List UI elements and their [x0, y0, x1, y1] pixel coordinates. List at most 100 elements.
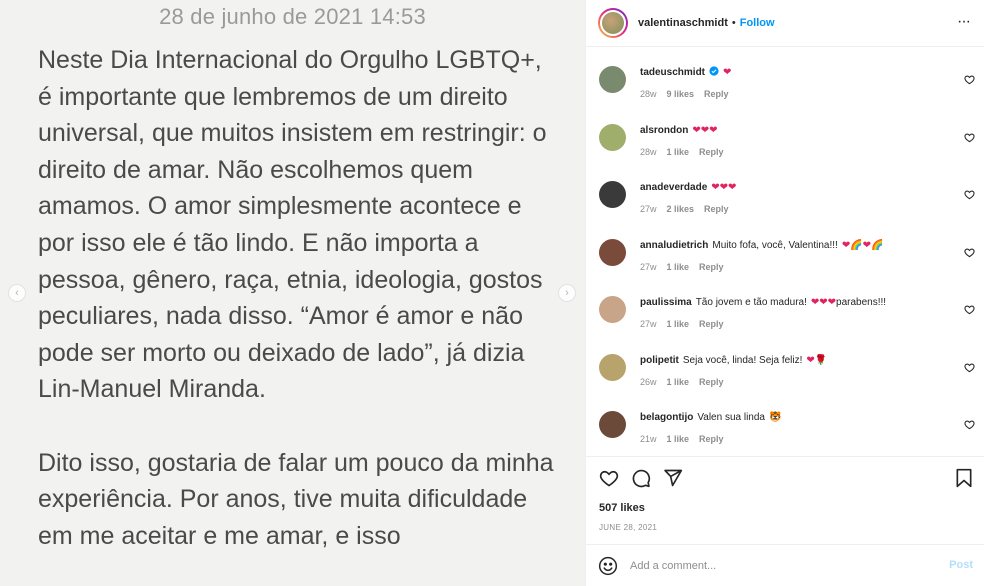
comment-line: annaludietrich Muito fofa, você, Valentin… — [640, 239, 960, 252]
comment-meta: 21w 1 like Reply — [640, 434, 960, 444]
commenter-username[interactable]: alsrondon — [640, 125, 688, 136]
comment-input[interactable] — [630, 557, 930, 575]
post-image-date: 28 de junho de 2021 14:53 — [159, 4, 426, 29]
comment-body: belagontijo Valen sua linda 🐯 21w 1 like Repl… — [640, 411, 960, 444]
comment-meta: 27w 1 like Reply — [640, 319, 960, 329]
comment-likes[interactable]: 1 like — [667, 262, 690, 272]
commenter-username[interactable]: paulissima — [640, 297, 692, 308]
comment-emoji: 🐯 — [769, 412, 782, 423]
comment-like-heart-icon[interactable] — [964, 302, 975, 315]
author-avatar[interactable] — [598, 8, 628, 38]
like-heart-icon[interactable] — [599, 468, 619, 488]
commenter-avatar[interactable] — [599, 66, 626, 93]
comment-likes[interactable]: 1 like — [667, 434, 690, 444]
comment-body: polipetit Seja você, linda! Seja feliz! ❤🌹… — [640, 354, 960, 387]
comment-item: annaludietrich Muito fofa, você, Valentin… — [586, 221, 984, 279]
chevron-left-icon: ‹ — [15, 287, 19, 299]
bookmark-icon[interactable] — [955, 468, 973, 488]
comment-body: alsrondon ❤❤❤ 28w 1 like Reply — [640, 124, 960, 157]
post-paragraph: Neste Dia Internacional do Orgulho LGBTQ… — [38, 46, 547, 404]
post-timestamp[interactable]: JUNE 28, 2021 — [599, 523, 657, 532]
comment-likes[interactable]: 1 like — [667, 319, 690, 329]
comment-emoji: ❤❤❤ — [810, 297, 837, 308]
comment-likes[interactable]: 1 like — [667, 147, 690, 157]
comment-body: annaludietrich Muito fofa, você, Valentin… — [640, 239, 960, 272]
commenter-username[interactable]: annaludietrich — [640, 240, 708, 251]
reply-button[interactable]: Reply — [699, 147, 724, 157]
comment-item: tadeuschmidt ❤ 28w 9 likes Reply — [586, 48, 984, 106]
comment-likes[interactable]: 2 likes — [667, 204, 695, 214]
comment-body: anadeverdade ❤❤❤ 27w 2 likes Reply — [640, 181, 960, 214]
comment-likes[interactable]: 9 likes — [667, 89, 695, 99]
post-comment-button[interactable]: Post — [949, 559, 973, 571]
comment-item: anadeverdade ❤❤❤ 27w 2 likes Reply — [586, 163, 984, 221]
commenter-avatar[interactable] — [599, 123, 626, 151]
comment-like-heart-icon[interactable] — [964, 360, 975, 372]
comment-meta: 27w 1 like Reply — [640, 262, 960, 272]
reply-button[interactable]: Reply — [704, 89, 729, 99]
comment-like-heart-icon[interactable] — [964, 187, 975, 200]
chevron-right-icon: › — [565, 287, 569, 299]
comment-likes[interactable]: 1 like — [667, 377, 690, 387]
commenter-username[interactable]: anadeverdade — [640, 182, 707, 193]
commenter-username[interactable]: polipetit — [640, 355, 679, 366]
commenter-username[interactable]: belagontijo — [640, 412, 693, 423]
comment-bubble-icon[interactable] — [631, 468, 651, 488]
comment-item: alsrondon ❤❤❤ 28w 1 like Reply — [586, 106, 984, 164]
comment-line: polipetit Seja você, linda! Seja feliz! ❤🌹 — [640, 354, 960, 367]
comment-like-heart-icon[interactable] — [964, 245, 975, 257]
comment-time: 26w — [640, 376, 657, 387]
comment-like-heart-icon[interactable] — [964, 130, 975, 142]
comments-list[interactable]: tadeuschmidt ❤ 28w 9 likes Reply alsrondon ❤❤❤… — [586, 48, 984, 456]
comment-line: alsrondon ❤❤❤ — [640, 124, 960, 137]
comment-time: 21w — [640, 434, 657, 444]
reply-button[interactable]: Reply — [699, 319, 724, 329]
commenter-avatar[interactable] — [599, 296, 626, 323]
commenter-avatar[interactable] — [599, 238, 626, 266]
comment-text-after: parabens!!! — [836, 297, 887, 308]
post-paragraph: Dito isso, gostaria de falar um pouco da… — [38, 448, 554, 550]
comment-text: Muito fofa, você, Valentina!!! — [712, 239, 838, 251]
comment-emoji: ❤🌈❤🌈 — [841, 239, 884, 251]
comment-time: 27w — [640, 319, 657, 329]
commenter-username[interactable]: tadeuschmidt — [640, 67, 705, 78]
commenter-avatar[interactable] — [599, 411, 626, 438]
comment-like-heart-icon[interactable] — [964, 417, 975, 430]
comment-time: 28w — [640, 146, 657, 157]
author-username[interactable]: valentinaschmidt — [638, 17, 728, 29]
reply-button[interactable]: Reply — [699, 262, 724, 272]
commenter-avatar[interactable] — [599, 353, 626, 381]
comment-item: paulissima Tão jovem e tão madura! ❤❤❤para… — [586, 278, 984, 336]
reply-button[interactable]: Reply — [699, 377, 724, 387]
more-options-icon[interactable]: ··· — [957, 13, 971, 31]
carousel-next-button[interactable]: › — [558, 284, 576, 302]
comment-item: belagontijo Valen sua linda 🐯 21w 1 like Repl… — [586, 393, 984, 451]
post-actions: 507 likes JUNE 28, 2021 — [586, 456, 984, 544]
comments-panel: valentinaschmidt • Follow ··· tadeuschmi… — [585, 0, 984, 586]
likes-count[interactable]: 507 likes — [599, 502, 645, 514]
author-avatar-image — [600, 10, 626, 36]
comment-like-heart-icon[interactable] — [964, 72, 975, 85]
comment-meta: 27w 2 likes Reply — [640, 204, 960, 214]
follow-button[interactable]: Follow — [740, 17, 775, 29]
comment-text: Seja você, linda! Seja feliz! — [682, 354, 803, 366]
header-separator: • — [731, 17, 736, 29]
comment-meta: 26w 1 like Reply — [640, 377, 960, 387]
verified-badge-icon — [709, 66, 723, 78]
reply-button[interactable]: Reply — [704, 204, 729, 214]
reply-button[interactable]: Reply — [699, 434, 724, 444]
comment-time: 27w — [640, 204, 657, 214]
comment-line: tadeuschmidt ❤ — [640, 66, 960, 79]
comment-time: 27w — [640, 261, 657, 272]
commenter-avatar[interactable] — [599, 181, 626, 208]
comment-line: paulissima Tão jovem e tão madura! ❤❤❤para… — [640, 296, 960, 309]
comment-body: tadeuschmidt ❤ 28w 9 likes Reply — [640, 66, 960, 99]
carousel-prev-button[interactable]: ‹ — [8, 284, 26, 302]
comment-emoji: ❤❤❤ — [692, 124, 718, 136]
comment-meta: 28w 9 likes Reply — [640, 89, 960, 99]
post-image: 28 de junho de 2021 14:53 Neste Dia Inte… — [0, 0, 585, 586]
emoji-smile-icon[interactable] — [598, 556, 618, 576]
comment-text: Valen sua linda — [697, 412, 765, 423]
share-paper-plane-icon[interactable] — [663, 468, 683, 488]
comment-line: anadeverdade ❤❤❤ — [640, 181, 960, 194]
